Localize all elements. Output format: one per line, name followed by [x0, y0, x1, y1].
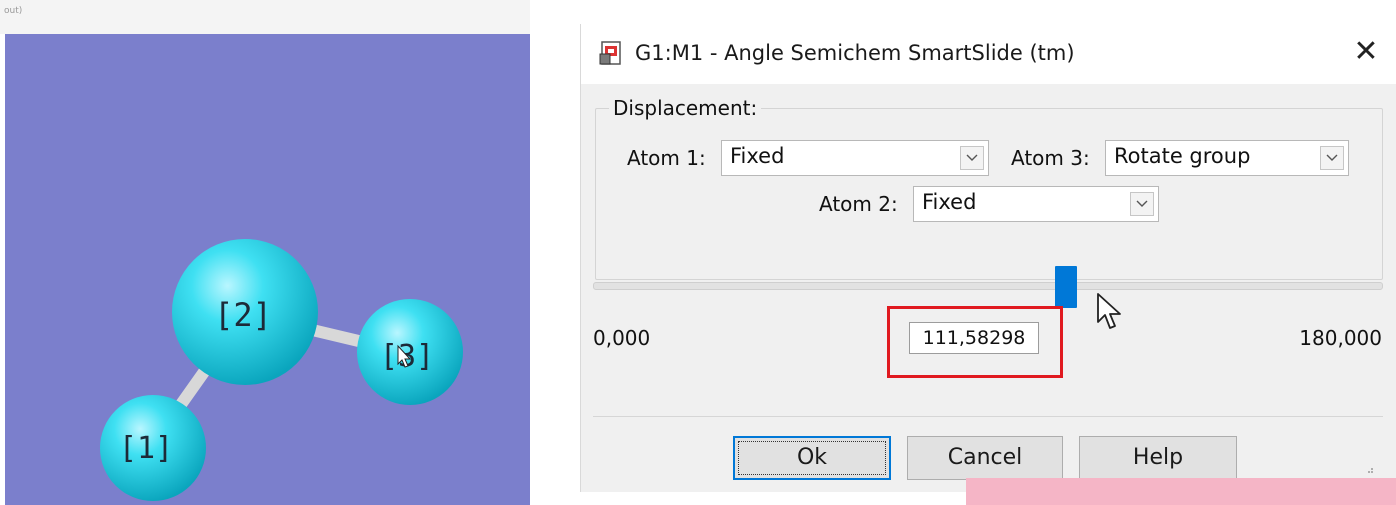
chevron-down-icon[interactable] — [960, 146, 984, 170]
mouse-pointer-icon — [1097, 293, 1121, 329]
atom2-value: Fixed — [922, 190, 977, 214]
dialog-titlebar[interactable]: G1:M1 - Angle Semichem SmartSlide (tm) ✕ — [581, 24, 1396, 84]
molecule-viewport[interactable]: [1] [2] [3] — [5, 34, 530, 505]
help-button[interactable]: Help — [1079, 436, 1237, 480]
document-image-icon — [599, 41, 621, 65]
focus-ring — [738, 441, 886, 475]
atom1-label: Atom 1: — [627, 146, 706, 170]
close-button[interactable]: ✕ — [1349, 36, 1383, 70]
displacement-group-label: Displacement: — [609, 96, 762, 120]
atom1-value: Fixed — [730, 144, 785, 168]
angle-slider-track[interactable] — [593, 282, 1383, 290]
atom3-label: Atom 3: — [1011, 146, 1090, 170]
molecule-canvas[interactable]: [1] [2] [3] — [5, 34, 530, 505]
smartslide-dialog: G1:M1 - Angle Semichem SmartSlide (tm) ✕… — [580, 24, 1396, 492]
angle-slider-thumb[interactable] — [1055, 266, 1078, 308]
atom3-value: Rotate group — [1114, 144, 1251, 168]
slider-min-label: 0,000 — [593, 326, 651, 350]
help-button-label: Help — [1132, 445, 1184, 470]
atom-2-label: [2] — [214, 296, 272, 334]
atom-2[interactable]: [2] — [172, 239, 318, 385]
annotation-highlight-box — [887, 306, 1063, 378]
chevron-down-icon[interactable] — [1130, 192, 1154, 216]
cancel-button-label: Cancel — [947, 445, 1023, 470]
atom2-select[interactable]: Fixed — [913, 186, 1159, 222]
viewer-caption: out) — [4, 6, 23, 16]
viewer-titlebar: out) — [0, 0, 530, 34]
atom-1[interactable]: [1] — [100, 395, 206, 501]
ok-button[interactable]: Ok — [733, 436, 891, 480]
dialog-title: G1:M1 - Angle Semichem SmartSlide (tm) — [635, 41, 1075, 65]
close-icon: ✕ — [1353, 34, 1379, 69]
atom2-label: Atom 2: — [819, 192, 898, 216]
button-separator — [593, 416, 1383, 417]
cancel-button[interactable]: Cancel — [907, 436, 1063, 480]
atom-3[interactable]: [3] — [357, 299, 463, 405]
resize-grip-icon[interactable] — [1364, 464, 1374, 474]
atom3-select[interactable]: Rotate group — [1105, 140, 1349, 176]
overlay-bar — [966, 478, 1396, 505]
atom-1-label: [1] — [119, 431, 173, 466]
slider-max-label: 180,000 — [1299, 326, 1382, 350]
chevron-down-icon[interactable] — [1320, 146, 1344, 170]
atom1-select[interactable]: Fixed — [721, 140, 989, 176]
